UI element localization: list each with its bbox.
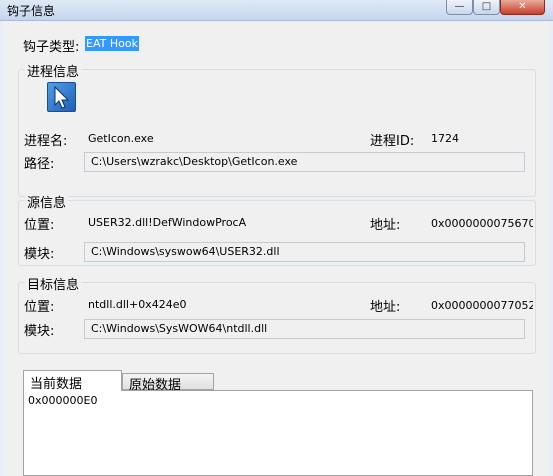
source-module-field[interactable]: C:\Windows\syswow64\USER32.dll (84, 242, 525, 262)
dialog-client: 钩子类型: EAT Hook 进程信息 进程名: GetIcon.exe 进程I… (3, 21, 550, 476)
target-location-value: ntdll.dll+0x424e0 (88, 298, 187, 311)
source-address-value: 0x000000007567000 (431, 217, 533, 230)
maximize-button[interactable]: □ (473, 0, 500, 15)
process-name-label: 进程名: (24, 134, 68, 149)
current-data-value: 0x000000E0 (28, 394, 98, 407)
target-info-group-label: 目标信息 (25, 274, 82, 293)
source-module-label: 模块: (24, 247, 55, 262)
target-module-label: 模块: (24, 324, 55, 339)
process-name-value: GetIcon.exe (88, 132, 154, 145)
hook-type-label: 钩子类型: (23, 40, 80, 55)
source-address-label: 地址: (370, 218, 401, 233)
target-address-value: 0x0000000077052480 (431, 299, 533, 312)
process-id-label: 进程ID: (370, 134, 415, 149)
tab-original-data[interactable]: 原始数据 (122, 373, 214, 393)
process-info-group-label: 进程信息 (25, 61, 82, 80)
hook-type-value[interactable]: EAT Hook (85, 36, 139, 51)
target-address-label: 地址: (370, 300, 401, 315)
process-path-label: 路径: (24, 157, 55, 172)
tab-panel-current-data[interactable]: 0x000000E0 (23, 390, 533, 476)
close-button[interactable]: ✕ (500, 0, 545, 15)
target-info-group (18, 282, 536, 354)
target-address-clip: 0x0000000077052480 (431, 298, 533, 312)
source-info-group-label: 源信息 (25, 192, 69, 211)
tab-current-data[interactable]: 当前数据 (23, 370, 122, 392)
window-title: 钩子信息 (7, 4, 56, 18)
process-id-value: 1724 (431, 132, 459, 145)
source-location-label: 位置: (24, 218, 55, 233)
source-address-clip: 0x000000007567000 (431, 216, 533, 230)
process-path-field[interactable]: C:\Users\wzrakc\Desktop\GetIcon.exe (84, 152, 525, 172)
target-location-label: 位置: (24, 300, 55, 315)
target-module-field[interactable]: C:\Windows\SysWOW64\ntdll.dll (84, 319, 525, 339)
minimize-button[interactable]: — (446, 0, 473, 15)
source-location-value: USER32.dll!DefWindowProcA (88, 216, 247, 229)
cursor-arrow-icon (47, 82, 76, 112)
title-bar[interactable]: 钩子信息 — □ ✕ (0, 0, 553, 21)
